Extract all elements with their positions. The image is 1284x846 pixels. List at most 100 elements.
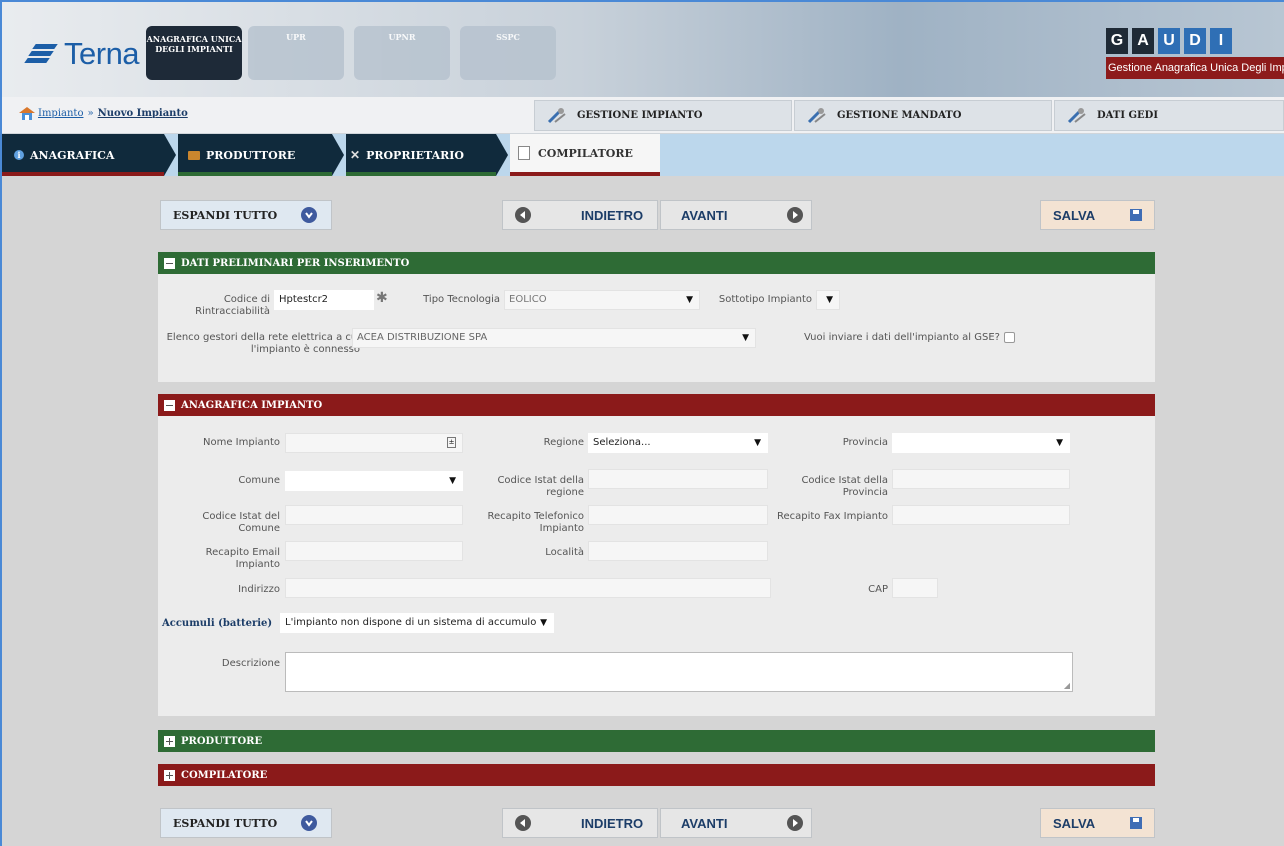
tab-step-proprietario[interactable]: ✕ PROPRIETARIO <box>346 134 496 176</box>
indirizzo-input[interactable] <box>285 578 771 598</box>
dropdown-caret-icon: ▼ <box>540 618 547 628</box>
tab-upnr[interactable]: UPNR <box>354 26 450 80</box>
recapito-fax-input[interactable] <box>892 505 1070 525</box>
sottotipo-impianto-label: Sottotipo Impianto <box>718 294 812 305</box>
regione-select[interactable]: Seleziona... ▼ <box>588 433 768 453</box>
dropdown-caret-icon: ▼ <box>826 295 833 305</box>
app-header: Terna ANAGRAFICA UNICA DEGLI IMPIANTI UP… <box>2 0 1284 97</box>
codice-istat-comune-input[interactable] <box>285 505 463 525</box>
invia-gse-label: Vuoi inviare i dati dell'impianto al GSE… <box>804 332 1000 343</box>
step-arrow <box>164 134 176 176</box>
gaudi-letter: A <box>1132 28 1154 54</box>
tools-icon: ✕ <box>350 148 361 162</box>
gaudi-letter: D <box>1184 28 1206 54</box>
section-dati-preliminari-header[interactable]: DATI PRELIMINARI PER INSERIMENTO <box>158 252 1155 274</box>
invia-gse-checkbox[interactable] <box>1004 332 1015 343</box>
nome-impianto-label: Nome Impianto <box>203 437 280 448</box>
localita-input[interactable] <box>588 541 768 561</box>
tab-step-produttore[interactable]: PRODUTTORE <box>178 134 332 176</box>
tipo-tecnologia-select[interactable]: EOLICO ▼ <box>504 290 700 310</box>
home-icon[interactable] <box>18 106 35 120</box>
recapito-telefonico-input[interactable] <box>588 505 768 525</box>
section-title: COMPILATORE <box>181 769 268 781</box>
accumuli-label: Accumuli (batterie) <box>162 618 273 629</box>
codice-rintracciabilita-input[interactable]: Hptestcr2 <box>274 290 374 310</box>
descrizione-label: Descrizione <box>221 658 280 669</box>
next-button[interactable]: AVANTI <box>660 200 812 230</box>
comune-select[interactable]: ▼ <box>285 471 463 491</box>
step-label: PRODUTTORE <box>206 148 296 162</box>
back-button[interactable]: INDIETRO <box>502 200 658 230</box>
recapito-fax-label: Recapito Fax Impianto <box>776 511 888 522</box>
save-icon <box>1130 817 1142 829</box>
briefcase-icon <box>188 150 200 160</box>
codice-istat-comune-label: Codice Istat del Comune <box>202 511 280 534</box>
next-button-bottom[interactable]: AVANTI <box>660 808 812 838</box>
required-icon: ✱ <box>376 290 388 306</box>
nome-impianto-input[interactable]: ± <box>285 433 463 453</box>
tab-step-compilatore[interactable]: COMPILATORE <box>510 134 660 176</box>
arrow-right-icon <box>787 815 803 831</box>
resize-handle-icon[interactable]: ◢ <box>1064 681 1070 690</box>
arrow-right-icon <box>787 207 803 223</box>
tools-icon <box>1067 107 1089 124</box>
tab-step-anagrafica[interactable]: i ANAGRAFICA <box>2 134 164 176</box>
gaudi-letter: U <box>1158 28 1180 54</box>
expand-all-button[interactable]: ESPANDI TUTTO <box>160 200 332 230</box>
regione-label: Regione <box>543 437 584 448</box>
step-tabs: i ANAGRAFICA PRODUTTORE ✕ PROPRIETARIO C… <box>2 134 1284 176</box>
back-button-bottom[interactable]: INDIETRO <box>502 808 658 838</box>
breadcrumb-current: Nuovo Impianto <box>97 107 188 119</box>
section-produttore-header[interactable]: PRODUTTORE <box>158 730 1155 752</box>
section-title: ANAGRAFICA IMPIANTO <box>181 399 323 411</box>
tools-icon <box>807 107 829 124</box>
tab-sspc[interactable]: SSPC <box>460 26 556 80</box>
text-field-icon: ± <box>447 437 456 448</box>
descrizione-textarea[interactable]: ◢ <box>285 652 1073 692</box>
gestione-mandato-button[interactable]: GESTIONE MANDATO <box>794 100 1052 131</box>
save-button-bottom[interactable]: SALVA <box>1040 808 1155 838</box>
gestione-mandato-label: GESTIONE MANDATO <box>837 110 962 121</box>
section-title: DATI PRELIMINARI PER INSERIMENTO <box>181 257 410 269</box>
expand-all-button-bottom[interactable]: ESPANDI TUTTO <box>160 808 332 838</box>
codice-istat-provincia-input[interactable] <box>892 469 1070 489</box>
recapito-email-label: Recapito Email Impianto <box>205 547 280 570</box>
breadcrumb-link-impianto[interactable]: Impianto <box>38 108 83 119</box>
provincia-select[interactable]: ▼ <box>892 433 1070 453</box>
next-label: AVANTI <box>681 207 728 223</box>
save-button[interactable]: SALVA <box>1040 200 1155 230</box>
dati-gedi-label: DATI GEDI <box>1097 110 1158 121</box>
section-anagrafica-impianto-header[interactable]: ANAGRAFICA IMPIANTO <box>158 394 1155 416</box>
gestori-rete-label: Elenco gestori della rete elettrica a cu… <box>166 332 360 355</box>
step-label: COMPILATORE <box>538 146 633 160</box>
dropdown-caret-icon: ▼ <box>686 295 693 305</box>
save-label: SALVA <box>1053 207 1096 223</box>
recapito-email-input[interactable] <box>285 541 463 561</box>
gestori-rete-select[interactable]: ACEA DISTRIBUZIONE SPA ▼ <box>352 328 756 348</box>
save-label: SALVA <box>1053 815 1096 831</box>
expand-all-label: ESPANDI TUTTO <box>173 208 278 222</box>
gestori-rete-value: ACEA DISTRIBUZIONE SPA <box>357 332 488 343</box>
gestione-impianto-button[interactable]: GESTIONE IMPIANTO <box>534 100 792 131</box>
tipo-tecnologia-value: EOLICO <box>509 294 547 305</box>
codice-istat-regione-label: Codice Istat della regione <box>497 475 584 498</box>
tab-upr[interactable]: UPR <box>248 26 344 80</box>
gaudi-logo: G A U D I Gestione Anagrafica Unica Degl… <box>1106 28 1284 79</box>
codice-istat-provincia-label: Codice Istat della Provincia <box>801 475 888 498</box>
step-label: PROPRIETARIO <box>366 148 464 162</box>
cap-input[interactable] <box>892 578 938 598</box>
sottotipo-impianto-select[interactable]: ▼ <box>816 290 840 310</box>
section-title: PRODUTTORE <box>181 735 263 747</box>
section-compilatore-header[interactable]: COMPILATORE <box>158 764 1155 786</box>
next-label: AVANTI <box>681 815 728 831</box>
accumuli-select[interactable]: L'impianto non dispone di un sistema di … <box>280 613 554 633</box>
breadcrumb: Impianto » Nuovo Impianto <box>18 106 188 120</box>
codice-rintracciabilita-label: Codice di Rintracciabilità <box>195 294 270 317</box>
tab-anagrafica-unica[interactable]: ANAGRAFICA UNICA DEGLI IMPIANTI <box>146 26 242 80</box>
terna-logo-icon <box>24 42 60 66</box>
collapse-icon <box>164 399 175 411</box>
codice-istat-regione-input[interactable] <box>588 469 768 489</box>
tipo-tecnologia-label: Tipo Tecnologia <box>423 294 500 305</box>
dati-gedi-button[interactable]: DATI GEDI <box>1054 100 1284 131</box>
terna-logo[interactable]: Terna <box>24 36 140 72</box>
